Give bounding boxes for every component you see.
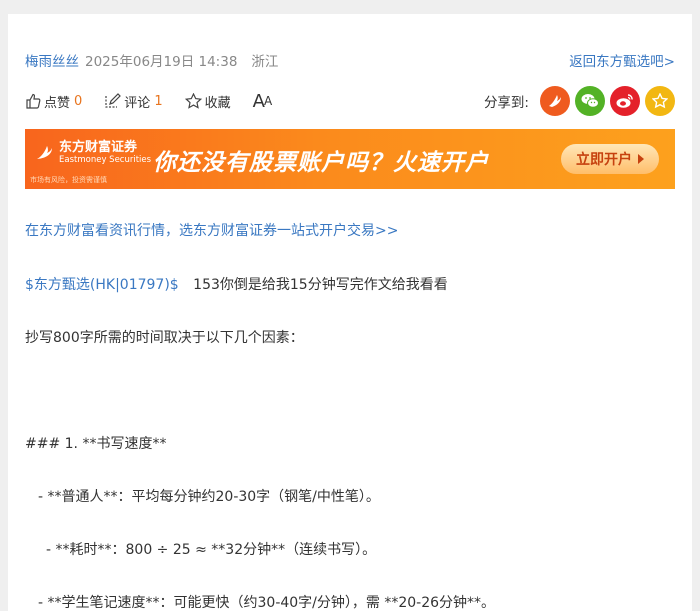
edit-icon [105, 93, 122, 108]
share-wechat-button[interactable] [575, 86, 605, 116]
open-account-button[interactable]: 立即开户 [561, 144, 659, 174]
share-eastmoney-button[interactable] [540, 86, 570, 116]
star-outline-icon [184, 93, 202, 109]
weibo-icon [616, 94, 633, 108]
stock-tag-link[interactable]: $东方甄选(HK|01797)$ [25, 277, 179, 293]
content-paragraph: 抄写800字所需的时间取决于以下几个因素： [25, 330, 304, 346]
content-heading: ### 1. **书写速度** [25, 436, 167, 452]
share-favorite-button[interactable] [645, 86, 675, 116]
font-size-large: A [252, 90, 265, 112]
comment-button[interactable]: 评论 1 [104, 92, 163, 111]
like-label: 点赞 [44, 95, 71, 111]
banner-headline: 你还没有股票账户吗？火速开户 [153, 150, 489, 176]
font-size-toggle[interactable]: AA [252, 90, 273, 112]
comment-label: 评论 [124, 95, 151, 111]
back-to-forum-link[interactable]: 返回东方甄选吧> [569, 50, 675, 70]
content-sub-bullet: - **耗时**：800 ÷ 25 ≈ **32分钟**（连续书写）。 [46, 542, 377, 558]
thumbs-up-icon [26, 93, 41, 109]
font-size-small: A [263, 94, 272, 108]
open-account-label: 立即开户 [576, 152, 632, 168]
action-bar: 点赞 0 评论 1 收藏 AA 分享到: [25, 86, 675, 116]
account-opening-banner[interactable]: 东方财富证券 Eastmoney Securities 市场有风险，投资需谨慎 … [25, 129, 675, 189]
post-first-line: $东方甄选(HK|01797)$ 153你倒是给我15分钟写完作文给我看看 [25, 274, 448, 294]
content-bullet: - **学生笔记速度**：可能更快（约30-40字/分钟），需 **20-26分… [38, 595, 496, 611]
post-datetime: 2025年06月19日 14:38 [85, 54, 238, 70]
post-first-text: 153你倒是给我15分钟写完作文给我看看 [193, 277, 448, 293]
favorite-button[interactable]: 收藏 [184, 92, 231, 111]
wechat-icon [581, 94, 599, 108]
like-button[interactable]: 点赞 0 [25, 92, 82, 111]
post-meta: 梅雨丝丝 2025年06月19日 14:38 浙江 返回东方甄选吧> [25, 50, 675, 70]
banner-logo: 东方财富证券 Eastmoney Securities [35, 141, 151, 165]
promo-link[interactable]: 在东方财富看资讯行情，选东方财富证券一站式开户交易>> [25, 220, 398, 240]
eastmoney-icon [549, 95, 561, 107]
content-bullet: - **普通人**：平均每分钟约20-30字（钢笔/中性笔）。 [38, 489, 380, 505]
favorite-label: 收藏 [204, 95, 231, 111]
author-link[interactable]: 梅雨丝丝 [25, 50, 79, 70]
banner-brand-en: Eastmoney Securities [59, 155, 152, 165]
post-location: 浙江 [251, 54, 279, 70]
star-icon [652, 93, 668, 109]
share-label: 分享到: [483, 95, 529, 111]
share-weibo-button[interactable] [610, 86, 640, 116]
post-card: 梅雨丝丝 2025年06月19日 14:38 浙江 返回东方甄选吧> 点赞 0 … [8, 14, 692, 611]
banner-disclaimer: 市场有风险，投资需谨慎 [30, 176, 107, 184]
eastmoney-logo-icon [37, 146, 52, 159]
comment-count: 1 [154, 93, 163, 109]
share-group: 分享到: [484, 86, 675, 116]
like-count: 0 [74, 93, 83, 109]
play-arrow-icon [638, 154, 644, 164]
banner-brand: 东方财富证券 [59, 140, 138, 155]
